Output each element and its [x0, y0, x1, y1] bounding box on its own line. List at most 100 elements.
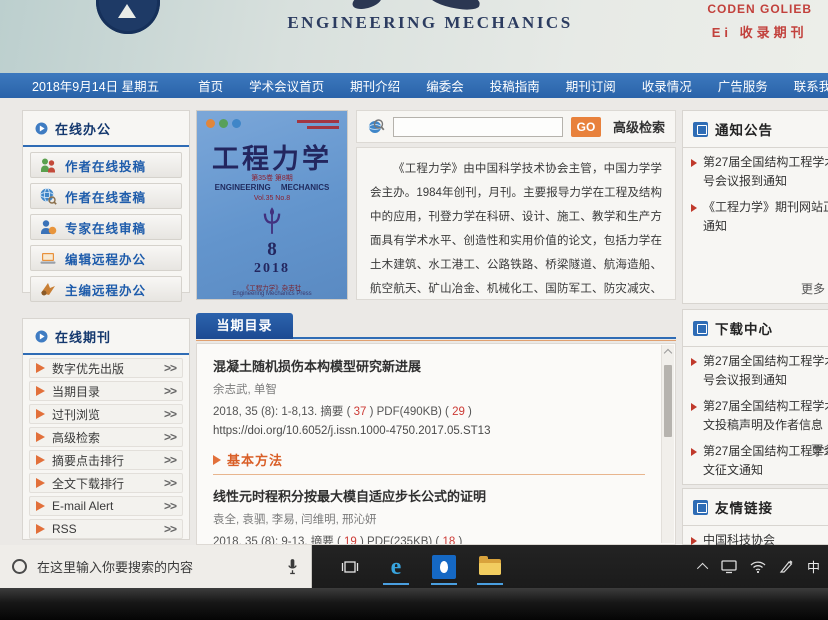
nav-item-journal-intro[interactable]: 期刊介绍 — [337, 76, 413, 95]
cover-title-en: ENGINEERING MECHANICS — [214, 183, 330, 192]
journal-cover-image[interactable]: 工程力学 第35卷 第8期 ENGINEERING MECHANICS Vol.… — [196, 110, 348, 300]
site-banner: ENGINEERING MECHANICS CODEN GOLIEB Ei 收录… — [0, 0, 828, 73]
red-bullet-icon — [691, 204, 697, 212]
notice-item[interactable]: 第27届全国结构工程学术会议-4号会议报到通知 — [683, 148, 828, 193]
pen-icon[interactable] — [779, 559, 794, 574]
ime-indicator[interactable]: 中 — [807, 557, 820, 576]
pinned-app-button[interactable] — [424, 545, 464, 588]
online-journal-title: 在线期刊 — [55, 330, 112, 345]
download-icon — [693, 320, 708, 336]
tab-current-issue[interactable]: 当期目录 — [196, 313, 293, 339]
swoosh-icon — [41, 283, 55, 296]
red-bullet-icon — [691, 403, 697, 411]
author-submit-button[interactable]: 作者在线投稿 — [30, 152, 182, 178]
menu-item-abstract-ranking[interactable]: 摘要点击排行 >> — [29, 450, 183, 470]
globe-search-icon — [40, 188, 57, 205]
double-chevron-icon: >> — [163, 476, 177, 490]
article-doi-link[interactable]: https://doi.org/10.6052/j.issn.1000-4750… — [213, 425, 645, 437]
site-search-bar: GO 高级检索 — [356, 110, 676, 143]
article-title-link[interactable]: 线性元时程积分按最大模自适应步长公式的证明 — [213, 486, 645, 505]
pdf-count[interactable]: 29 — [452, 406, 465, 418]
abstract-count[interactable]: 37 — [354, 406, 367, 418]
article-title-link[interactable]: 混凝土随机损伤本构模型研究新进展 — [213, 356, 645, 375]
tray-expand-icon[interactable] — [696, 562, 709, 574]
nav-item-advertising[interactable]: 广告服务 — [705, 76, 781, 95]
article-item: 混凝土随机损伤本构模型研究新进展 余志武, 单智 2018, 35 (8): 1… — [213, 356, 645, 437]
taskbar-search-box[interactable]: 在这里输入你要搜索的内容 — [0, 545, 312, 588]
download-item[interactable]: 第27届全国结构工程学术会议-4号会议报到通知 — [683, 347, 828, 392]
friendly-links-header: 友情链接 — [683, 489, 828, 526]
blue-arrow-icon — [35, 330, 48, 343]
downloads-more-link[interactable]: 更多 — [811, 441, 828, 458]
ei-index-badge: Ei 收录期刊 — [711, 25, 808, 40]
edge-browser-button[interactable]: e — [376, 545, 416, 588]
advanced-search-link[interactable]: 高级检索 — [613, 117, 665, 136]
nav-item-indexing[interactable]: 收录情况 — [629, 76, 705, 95]
scroll-up-arrow[interactable] — [663, 348, 673, 358]
double-chevron-icon: >> — [163, 453, 177, 467]
nav-item-conference[interactable]: 学术会议首页 — [236, 76, 337, 95]
search-go-button[interactable]: GO — [570, 116, 601, 137]
menu-item-advanced-search[interactable]: 高级检索 >> — [29, 427, 183, 447]
wifi-icon[interactable] — [750, 560, 766, 573]
blue-app-icon — [432, 554, 456, 579]
journal-homepage: ENGINEERING MECHANICS CODEN GOLIEB Ei 收录… — [0, 0, 828, 620]
windows-taskbar: 在这里输入你要搜索的内容 e 中 — [0, 545, 828, 588]
cover-issue-number: 8 — [267, 239, 277, 260]
download-center-header: 下载中心 — [683, 310, 828, 347]
site-title-en: ENGINEERING MECHANICS — [287, 13, 573, 32]
taskbar-search-text: 在这里输入你要搜索的内容 — [37, 560, 194, 575]
search-input[interactable] — [393, 116, 563, 137]
file-explorer-button[interactable] — [470, 545, 510, 588]
pdf-count[interactable]: 18 — [442, 536, 455, 544]
task-view-button[interactable] — [330, 545, 370, 588]
torch-emblem-icon — [197, 206, 347, 241]
cover-volume-zh: 第35卷 第8期 — [251, 175, 293, 182]
content-scrollbar[interactable] — [661, 345, 674, 543]
chief-editor-remote-button[interactable]: 主编远程办公 — [30, 276, 182, 302]
scroll-thumb[interactable] — [664, 365, 672, 437]
notice-item[interactable]: 《工程力学》期刊网站正式恢复通知 — [683, 193, 828, 238]
microphone-icon[interactable] — [286, 558, 299, 575]
menu-item-current-issue[interactable]: 当期目录 >> — [29, 381, 183, 401]
menu-item-online-first[interactable]: 数字优先出版 >> — [29, 358, 183, 378]
double-chevron-icon: >> — [163, 499, 177, 513]
main-nav: 2018年9月14日 星期五 首页 学术会议首页 期刊介绍 编委会 投稿指南 期… — [0, 73, 828, 98]
menu-item-archive[interactable]: 过刊浏览 >> — [29, 404, 183, 424]
online-journal-panel: 在线期刊 数字优先出版 >> 当期目录 >> 过刊浏览 >> 高级检索 >> 摘要点击排… — [22, 318, 190, 540]
notices-more-link[interactable]: 更多 — [801, 280, 825, 297]
orange-arrow-icon — [36, 501, 45, 511]
tab-underline-accent — [196, 340, 676, 341]
cover-title-zh: 工程力学 — [212, 144, 332, 174]
article-authors: 袁全, 袁驷, 李易, 闫维明, 邢沁妍 — [213, 514, 377, 526]
coden-text: CODEN GOLIEB — [707, 2, 812, 16]
online-journal-header: 在线期刊 — [23, 319, 189, 355]
search-globe-icon — [368, 118, 385, 133]
screen-bezel — [0, 588, 828, 620]
menu-item-download-ranking[interactable]: 全文下载排行 >> — [29, 473, 183, 493]
nav-item-editorial-board[interactable]: 编委会 — [413, 76, 477, 95]
nav-item-subscription[interactable]: 期刊订阅 — [553, 76, 629, 95]
menu-item-email-alert[interactable]: E-mail Alert >> — [29, 496, 183, 516]
pc-status-icon[interactable] — [721, 559, 737, 574]
menu-item-rss[interactable]: RSS >> — [29, 519, 183, 539]
editor-remote-button[interactable]: 编辑远程办公 — [30, 245, 182, 271]
friendly-links-panel: 友情链接 中国科技协会 — [682, 488, 828, 547]
nav-item-home[interactable]: 首页 — [185, 76, 236, 95]
abstract-count[interactable]: 19 — [344, 536, 357, 544]
nav-item-contact[interactable]: 联系我们 — [781, 76, 828, 95]
logo-dot — [232, 119, 241, 128]
author-query-button[interactable]: 作者在线查稿 — [30, 183, 182, 209]
orange-arrow-icon — [36, 524, 45, 534]
article-authors: 余志武, 单智 — [213, 384, 277, 396]
folder-icon — [479, 555, 501, 575]
download-item[interactable]: 第27届全国结构工程学术会议论文投稿声明及作者信息 — [683, 392, 828, 437]
cortana-icon[interactable] — [12, 559, 27, 574]
notices-panel: 通知公告 第27届全国结构工程学术会议-4号会议报到通知 《工程力学》期刊网站正… — [682, 110, 828, 304]
cover-index-logos — [206, 119, 241, 128]
active-app-underline — [477, 583, 503, 585]
notices-header: 通知公告 — [683, 111, 828, 148]
nav-item-submission-guide[interactable]: 投稿指南 — [477, 76, 553, 95]
download-item[interactable]: 第27届全国结构工程学术会议论文征文通知 — [683, 437, 828, 482]
expert-review-button[interactable]: 专家在线审稿 — [30, 214, 182, 240]
